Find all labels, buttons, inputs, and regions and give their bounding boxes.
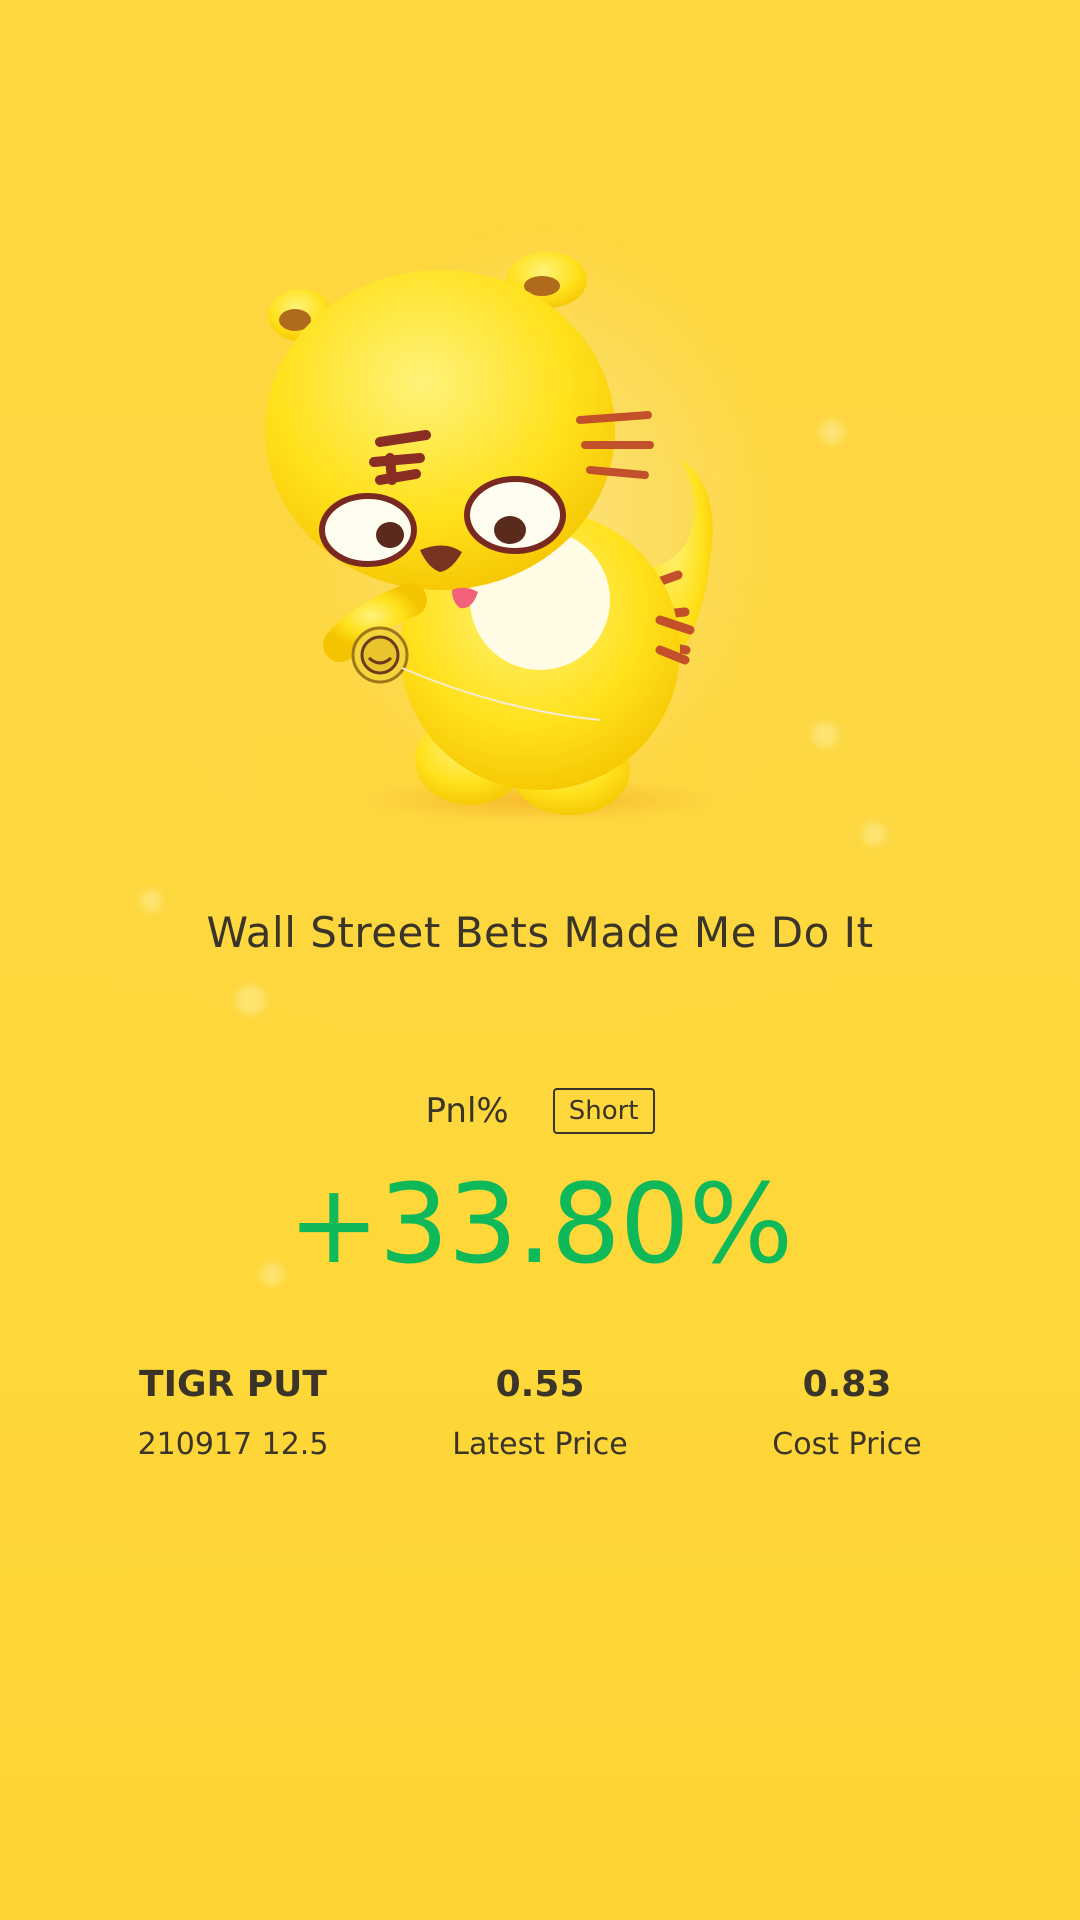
bokeh-dot (820, 420, 844, 444)
stat-cost-price-value: 0.83 (802, 1364, 892, 1405)
stat-cost-price: 0.83 Cost Price (697, 1364, 997, 1462)
bokeh-dot (862, 822, 886, 846)
stat-cost-price-label: Cost Price (772, 1427, 922, 1462)
stat-latest-price-value: 0.55 (495, 1364, 585, 1405)
pnl-label: Pnl% (425, 1091, 509, 1131)
tiger-mascot-illustration (240, 240, 780, 840)
page-title: Wall Street Bets Made Me Do It (206, 908, 874, 957)
stat-symbol-value: TIGR PUT (139, 1364, 327, 1405)
stat-latest-price-label: Latest Price (452, 1427, 628, 1462)
bokeh-dot (812, 722, 838, 748)
direction-badge: Short (552, 1088, 655, 1134)
stat-latest-price: 0.55 Latest Price (390, 1364, 690, 1462)
position-stats: TIGR PUT 210917 12.5 0.55 Latest Price 0… (0, 1364, 1080, 1484)
pnl-header: Pnl% Short (0, 1088, 1080, 1134)
stat-symbol-detail: 210917 12.5 (137, 1427, 329, 1462)
bokeh-dot (236, 985, 266, 1015)
stat-symbol: TIGR PUT 210917 12.5 (83, 1364, 383, 1462)
pnl-value: +33.80% (287, 1160, 794, 1288)
